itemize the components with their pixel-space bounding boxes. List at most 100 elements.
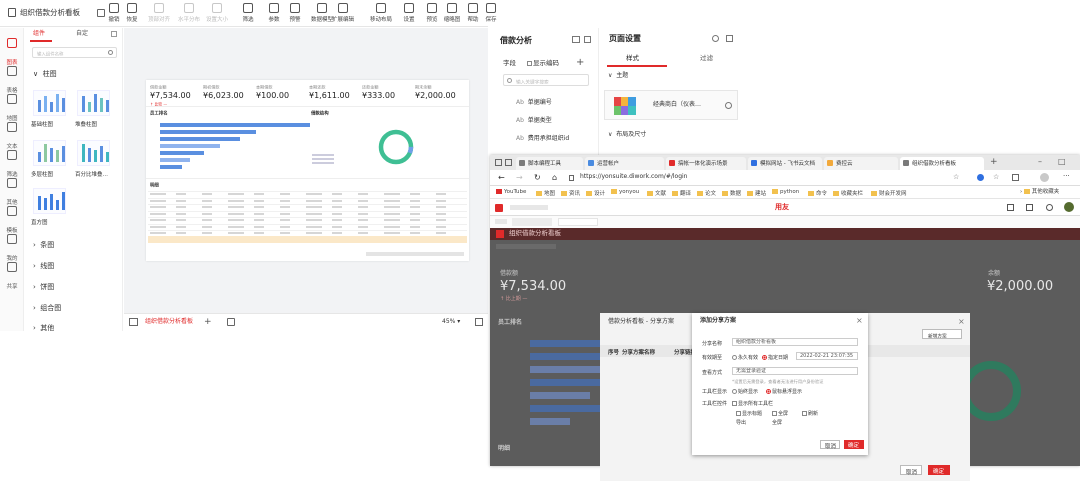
user-avatar[interactable] bbox=[1064, 202, 1074, 212]
add-sheet-icon[interactable]: + bbox=[204, 317, 212, 327]
iconbar-item-2[interactable]: 地图 bbox=[0, 94, 24, 124]
header-tool-icon[interactable] bbox=[1007, 204, 1014, 211]
toolbar-hover-radio[interactable]: 鼠标悬浮显示 bbox=[766, 388, 802, 395]
iconbar-item-1[interactable]: 表格 bbox=[0, 66, 24, 96]
refresh-icon[interactable]: ↻ bbox=[534, 173, 541, 182]
bookmark-item[interactable]: 收藏夹栏 bbox=[833, 189, 863, 197]
copy-sheet-icon[interactable] bbox=[227, 318, 235, 326]
panel-collapse-icon[interactable] bbox=[584, 36, 591, 43]
auth-select[interactable]: 无需登录验证 bbox=[732, 367, 858, 375]
zoom-select[interactable]: 45% ▾ bbox=[442, 318, 460, 326]
bookmark-other[interactable]: › 其他收藏夹 bbox=[1020, 189, 1059, 195]
kpi-card[interactable]: 期末余额 ¥2,000.00 bbox=[415, 83, 467, 101]
close-icon[interactable]: × bbox=[958, 317, 965, 326]
chart-template-thumb[interactable] bbox=[33, 140, 66, 166]
toolbar-button-3[interactable]: 水平分布 bbox=[174, 3, 204, 23]
bookmark-item[interactable]: 论文 bbox=[697, 189, 716, 197]
chart-template-thumb[interactable] bbox=[33, 188, 66, 214]
sheet-list-icon[interactable] bbox=[129, 318, 138, 326]
component-search-input[interactable]: 输入组件名称 bbox=[32, 47, 117, 58]
validity-date-input[interactable]: 2022-02-21 23:07:35 bbox=[796, 352, 858, 360]
sidebar-icon[interactable] bbox=[1012, 174, 1019, 181]
more-icon[interactable]: ··· bbox=[1063, 172, 1070, 180]
kpi-card[interactable]: 本期借款 ¥100.00 bbox=[256, 83, 308, 101]
bookmark-item[interactable]: 地图 bbox=[536, 189, 555, 197]
url-input[interactable]: https://yonsuite.diwork.com/#/login bbox=[580, 173, 687, 181]
maximize-icon[interactable]: □ bbox=[1058, 157, 1066, 166]
chart-template-thumb[interactable] bbox=[77, 140, 110, 166]
home-icon[interactable]: ⌂ bbox=[552, 173, 557, 182]
minimize-icon[interactable]: – bbox=[1038, 157, 1042, 166]
toolbar-button-15[interactable]: 保存 bbox=[476, 3, 506, 23]
bookmark-item[interactable]: python bbox=[772, 189, 799, 195]
group-strip-chart[interactable]: › 条图 bbox=[33, 241, 54, 249]
share-name-input[interactable]: 组织借款分析看板 bbox=[732, 338, 858, 346]
ok-button[interactable]: 确定 bbox=[928, 465, 950, 475]
group-other-chart[interactable]: › 其他 bbox=[33, 324, 54, 332]
cancel-button[interactable]: 取消 bbox=[900, 465, 922, 476]
panel-settings-icon[interactable] bbox=[111, 31, 117, 37]
new-tab-icon[interactable]: + bbox=[990, 157, 998, 167]
browser-tab[interactable]: 搞帐一体化演示场景 bbox=[666, 157, 746, 170]
iconbar-item-4[interactable]: 筛选 bbox=[0, 150, 24, 180]
back-icon[interactable]: ← bbox=[498, 173, 505, 182]
sheet-tab-active[interactable]: 组织借款分析看板 bbox=[145, 318, 193, 326]
dashboard-board[interactable]: 借款金额 ¥7,534.00 ↑ 比较 — 期初借款 ¥6,023.00 本期借款 ¥100… bbox=[146, 80, 469, 261]
tab-actions-icon[interactable] bbox=[505, 159, 512, 166]
collapse-icon[interactable] bbox=[726, 35, 733, 42]
window-menu-icon[interactable] bbox=[495, 159, 502, 166]
dialog-ok-button[interactable]: 确定 bbox=[844, 440, 864, 449]
collections-icon[interactable]: ☆ bbox=[993, 173, 999, 181]
bookmark-item[interactable]: 设计 bbox=[586, 189, 605, 197]
browser-tab[interactable]: 模拟网站 - 飞书云文档 bbox=[748, 157, 822, 170]
field-item[interactable]: Ab 单据编号 bbox=[516, 99, 552, 107]
field-item[interactable]: Ab 费用承担组织id bbox=[516, 135, 569, 143]
add-field-icon[interactable]: + bbox=[576, 57, 584, 69]
header-settings-icon[interactable] bbox=[1046, 204, 1053, 211]
browser-tab[interactable]: 费控云 bbox=[824, 157, 898, 170]
kpi-card[interactable]: 还款金额 ¥333.00 bbox=[362, 83, 414, 101]
group-pie-chart[interactable]: › 饼图 bbox=[33, 283, 54, 291]
iconbar-item-7[interactable]: 我的 bbox=[0, 234, 24, 264]
group-line-chart[interactable]: › 线图 bbox=[33, 262, 54, 270]
iconbar-item-8[interactable]: 共享 bbox=[0, 262, 24, 292]
app-tab-active[interactable] bbox=[558, 218, 598, 226]
toolbar-button-1[interactable]: 恢复 bbox=[117, 3, 147, 23]
kpi-card[interactable]: 本期还款 ¥1,611.00 bbox=[309, 83, 361, 101]
field-item[interactable]: Ab 单据类型 bbox=[516, 117, 552, 125]
bookmark-item[interactable]: 财会开发网 bbox=[871, 189, 907, 197]
fullscreen-icon[interactable] bbox=[475, 318, 483, 326]
dialog-cancel-button[interactable]: 取消 bbox=[820, 440, 840, 450]
toolbar-button-2[interactable]: 顶部对齐 bbox=[144, 3, 174, 23]
toolbar-button-7[interactable]: 预警 bbox=[280, 3, 310, 23]
tab-custom[interactable]: 自定 bbox=[76, 30, 88, 38]
theme-edit-icon[interactable] bbox=[725, 102, 732, 109]
toolbar-button-10[interactable]: 移动布局 bbox=[366, 3, 396, 23]
kpi-card[interactable]: 借款金额 ¥7,534.00 ↑ 比较 — bbox=[150, 83, 202, 108]
kpi-card[interactable]: 期初借款 ¥6,023.00 bbox=[203, 83, 255, 101]
extension-icon[interactable] bbox=[977, 174, 984, 181]
ctrl-title-checkbox[interactable]: 显示标题 bbox=[736, 410, 762, 417]
toolbar-always-radio[interactable]: 始终显示 bbox=[732, 388, 758, 395]
favorite-icon[interactable]: ☆ bbox=[953, 173, 959, 181]
browser-tab[interactable]: 脚本编程工具 bbox=[516, 157, 583, 170]
iconbar-item-5[interactable]: 其他 bbox=[0, 178, 24, 208]
home-tab[interactable] bbox=[495, 219, 507, 224]
group-bar-chart[interactable]: ∨ 柱图 bbox=[33, 70, 57, 78]
toolbar-button-9[interactable]: 扩展编辑 bbox=[328, 3, 358, 23]
app-workspace-switcher[interactable] bbox=[510, 205, 548, 210]
notifications-icon[interactable] bbox=[1026, 204, 1033, 211]
close-icon[interactable]: × bbox=[856, 316, 863, 325]
field-search-input[interactable]: 输入关键字搜索 bbox=[503, 74, 589, 86]
iconbar-item-0[interactable]: 图表 bbox=[0, 38, 24, 68]
show-code-toggle[interactable]: 显示编码 bbox=[527, 59, 559, 67]
theme-card[interactable]: 经典商白（仪表… bbox=[604, 90, 738, 120]
tab-style[interactable]: 样式 bbox=[626, 54, 639, 62]
bookmark-item[interactable]: YouTube bbox=[496, 189, 526, 195]
forward-icon[interactable]: → bbox=[516, 173, 523, 182]
bookmark-item[interactable]: yonyou bbox=[611, 189, 639, 195]
chart-template-thumb[interactable] bbox=[33, 90, 66, 116]
tab-filter[interactable]: 过滤 bbox=[700, 54, 713, 62]
iconbar-item-6[interactable]: 模板 bbox=[0, 206, 24, 236]
show-all-toolbar-checkbox[interactable]: 显示所有工具栏 bbox=[732, 400, 773, 407]
